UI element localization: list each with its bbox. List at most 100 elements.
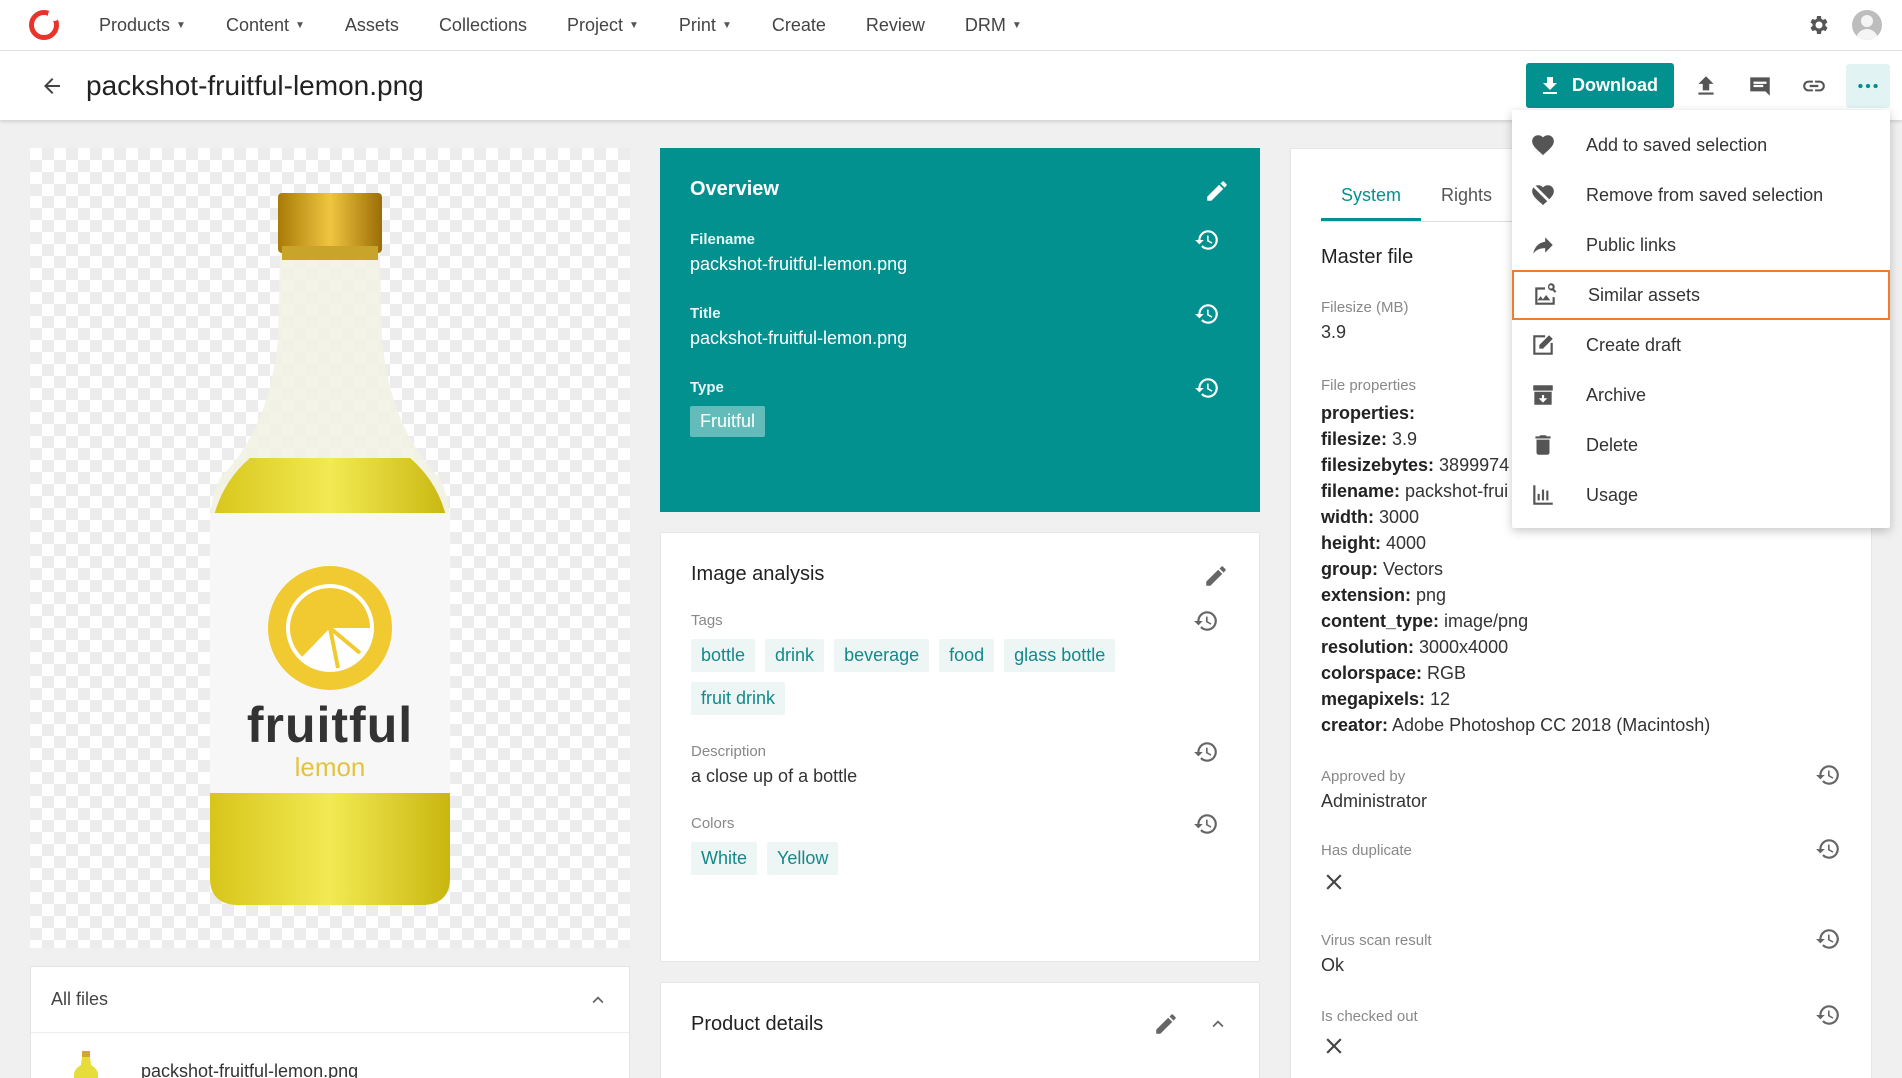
history-icon[interactable] bbox=[1815, 836, 1841, 862]
nav-review[interactable]: Review bbox=[866, 15, 925, 36]
tags-field: Tags bottle drink beverage food glass bo… bbox=[691, 611, 1229, 715]
chevron-up-icon[interactable] bbox=[1207, 1013, 1229, 1035]
edit-box-icon bbox=[1530, 332, 1556, 358]
settings-gear-icon[interactable] bbox=[1806, 13, 1830, 37]
archive-icon bbox=[1530, 382, 1556, 408]
menu-public-links[interactable]: Public links bbox=[1512, 220, 1890, 270]
upload-button[interactable] bbox=[1684, 64, 1728, 108]
image-search-icon bbox=[1532, 282, 1558, 308]
nav-assets[interactable]: Assets bbox=[345, 15, 399, 36]
product-details-title: Product details bbox=[691, 1013, 824, 1035]
bottle-variant-text: lemon bbox=[294, 752, 366, 782]
nav-project[interactable]: Project ▼ bbox=[567, 15, 639, 36]
menu-create-draft[interactable]: Create draft bbox=[1512, 320, 1890, 370]
bottle-brand-text: fruitful bbox=[246, 697, 414, 753]
history-icon[interactable] bbox=[1815, 762, 1841, 788]
colors-field: Colors White Yellow bbox=[691, 814, 1229, 875]
asset-preview[interactable]: fruitful lemon bbox=[30, 148, 630, 948]
history-icon[interactable] bbox=[1815, 1002, 1841, 1028]
file-thumbnail bbox=[74, 1051, 98, 1078]
tag-chip[interactable]: glass bottle bbox=[1004, 639, 1116, 672]
tag-chip[interactable]: beverage bbox=[834, 639, 930, 672]
nav-content[interactable]: Content ▼ bbox=[226, 15, 305, 36]
all-files-panel: All files packshot-fruitful-lemon.png bbox=[30, 966, 630, 1078]
checked-out-field: Is checked out bbox=[1321, 1005, 1841, 1064]
download-button[interactable]: Download bbox=[1526, 63, 1674, 108]
history-icon[interactable] bbox=[1193, 608, 1219, 634]
property-line: extension: png bbox=[1321, 585, 1447, 605]
comments-button[interactable] bbox=[1738, 64, 1782, 108]
file-list-item[interactable]: packshot-fruitful-lemon.png bbox=[31, 1033, 629, 1078]
description-field: Description a close up of a bottle bbox=[691, 742, 1229, 787]
approved-by-field: Approved by Administrator bbox=[1321, 765, 1841, 812]
tag-chip[interactable]: bottle bbox=[691, 639, 756, 672]
tag-chip[interactable]: fruit drink bbox=[691, 682, 786, 715]
close-x-icon bbox=[1326, 1038, 1342, 1054]
tab-system[interactable]: System bbox=[1321, 185, 1422, 221]
back-arrow-icon[interactable] bbox=[40, 74, 64, 98]
overview-title: Overview bbox=[690, 178, 779, 200]
overview-title-field: Title packshot-fruitful-lemon.png bbox=[690, 304, 1230, 349]
overview-filename-field: Filename packshot-fruitful-lemon.png bbox=[690, 230, 1230, 275]
history-icon[interactable] bbox=[1194, 227, 1220, 253]
history-icon[interactable] bbox=[1193, 739, 1219, 765]
overview-type-field: Type Fruitful bbox=[690, 378, 1230, 437]
nav-create[interactable]: Create bbox=[772, 15, 826, 36]
type-chip: Fruitful bbox=[690, 406, 766, 437]
close-x-icon bbox=[1326, 874, 1342, 890]
top-navigation: Products ▼ Content ▼ Assets Collections Pr… bbox=[0, 0, 1902, 51]
all-files-header[interactable]: All files bbox=[31, 967, 629, 1033]
download-icon bbox=[1543, 76, 1557, 94]
caret-down-icon: ▼ bbox=[295, 19, 305, 31]
nav-collections[interactable]: Collections bbox=[439, 15, 527, 36]
property-line: colorspace: RGB bbox=[1321, 663, 1467, 683]
has-duplicate-field: Has duplicate bbox=[1321, 839, 1841, 900]
edit-pencil-icon[interactable] bbox=[1204, 178, 1230, 204]
edit-pencil-icon[interactable] bbox=[1203, 563, 1229, 589]
caret-down-icon: ▼ bbox=[629, 19, 639, 31]
menu-delete[interactable]: Delete bbox=[1512, 420, 1890, 470]
caret-down-icon: ▼ bbox=[1011, 19, 1022, 31]
bottle-image bbox=[210, 193, 450, 905]
menu-add-to-saved-selection[interactable]: Add to saved selection bbox=[1512, 120, 1890, 170]
menu-similar-assets[interactable]: Similar assets bbox=[1512, 270, 1890, 320]
app-logo-icon[interactable] bbox=[29, 9, 60, 40]
page-title: packshot-fruitful-lemon.png bbox=[86, 69, 424, 101]
property-line: creator: Adobe Photoshop CC 2018 (Macint… bbox=[1321, 715, 1711, 735]
virus-scan-field: Virus scan result Ok bbox=[1321, 929, 1841, 976]
edit-pencil-icon[interactable] bbox=[1153, 1011, 1179, 1037]
tab-rights[interactable]: Rights bbox=[1421, 185, 1512, 221]
more-horizontal-icon bbox=[1858, 83, 1878, 88]
tag-chip[interactable]: food bbox=[939, 639, 995, 672]
caret-down-icon: ▼ bbox=[176, 19, 186, 31]
image-analysis-card: Image analysis Tags bottle drink beverag… bbox=[660, 532, 1260, 962]
upload-icon bbox=[1698, 75, 1714, 95]
heart-broken-icon bbox=[1530, 182, 1556, 208]
user-avatar-icon[interactable] bbox=[1852, 10, 1882, 40]
tag-chip[interactable]: drink bbox=[765, 639, 825, 672]
caret-down-icon: ▼ bbox=[721, 19, 732, 31]
menu-archive[interactable]: Archive bbox=[1512, 370, 1890, 420]
link-icon bbox=[1803, 80, 1825, 91]
product-details-card: Product details bbox=[660, 982, 1260, 1078]
share-arrow-icon bbox=[1530, 232, 1556, 258]
nav-products[interactable]: Products ▼ bbox=[99, 15, 186, 36]
color-chip[interactable]: White bbox=[691, 842, 758, 875]
usage-chart-icon bbox=[1530, 482, 1556, 508]
copy-link-button[interactable] bbox=[1792, 64, 1836, 108]
history-icon[interactable] bbox=[1194, 375, 1220, 401]
nav-print[interactable]: Print ▼ bbox=[679, 15, 732, 36]
menu-usage[interactable]: Usage bbox=[1512, 470, 1890, 520]
nav-drm[interactable]: DRM ▼ bbox=[965, 15, 1022, 36]
property-line: content_type: image/png bbox=[1321, 611, 1529, 631]
more-actions-button[interactable] bbox=[1846, 63, 1890, 108]
overview-card: Overview Filename packshot-fruitful-lemo… bbox=[660, 148, 1260, 512]
chevron-up-icon[interactable] bbox=[587, 989, 609, 1011]
menu-remove-from-saved-selection[interactable]: Remove from saved selection bbox=[1512, 170, 1890, 220]
color-chip[interactable]: Yellow bbox=[767, 842, 839, 875]
history-icon[interactable] bbox=[1815, 926, 1841, 952]
heart-icon bbox=[1530, 132, 1556, 158]
property-line: height: 4000 bbox=[1321, 533, 1427, 553]
history-icon[interactable] bbox=[1193, 811, 1219, 837]
history-icon[interactable] bbox=[1194, 301, 1220, 327]
